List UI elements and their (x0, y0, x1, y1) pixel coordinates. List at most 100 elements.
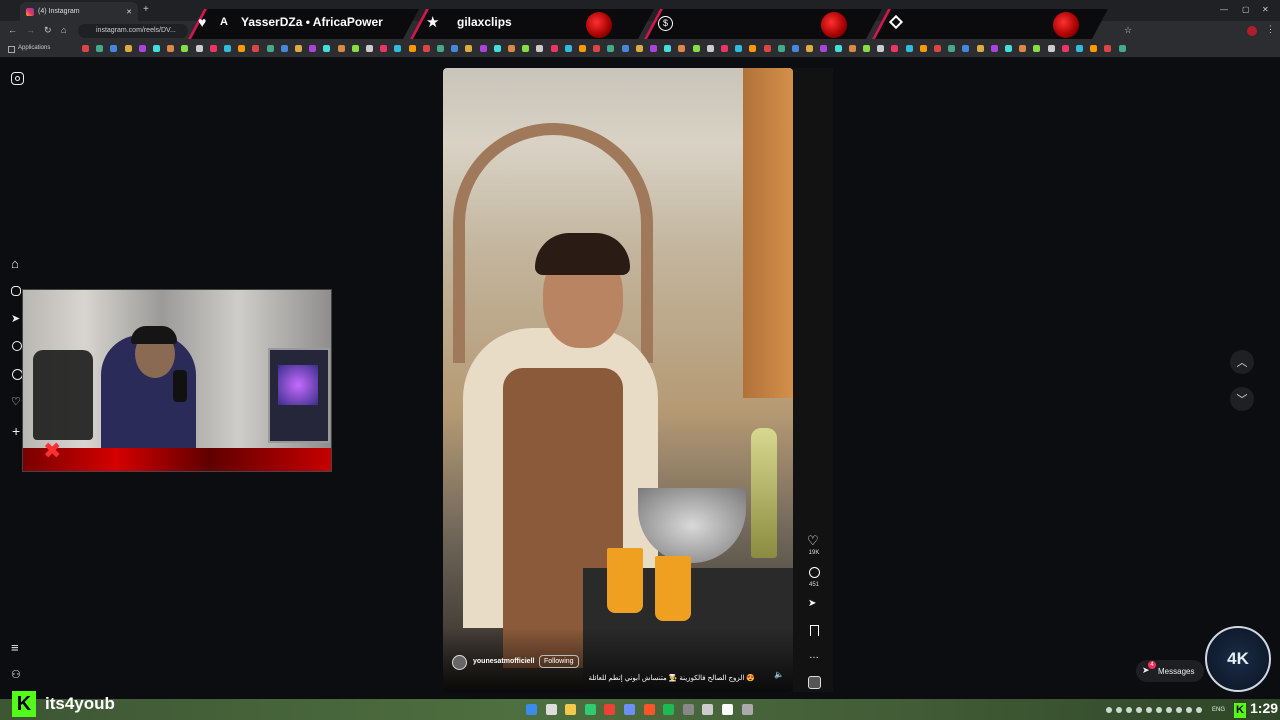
bookmark-favicon-icon[interactable] (664, 45, 672, 52)
bookmark-favicon-icon[interactable] (692, 45, 700, 52)
messages-nav-icon[interactable]: ➤ (11, 312, 20, 325)
bookmark-favicon-icon[interactable] (1005, 45, 1012, 52)
bookmark-favicon-icon[interactable] (394, 45, 402, 52)
taskbar-app-icon[interactable] (584, 704, 596, 715)
url-input[interactable]: instagram.com/reels/DV... (78, 24, 188, 38)
bookmark-favicon-icon[interactable] (990, 45, 998, 52)
apps-icon[interactable] (8, 46, 15, 53)
back-icon[interactable]: ← (8, 25, 17, 35)
instagram-logo-icon[interactable] (11, 72, 24, 85)
bookmark-favicon-icon[interactable] (1047, 45, 1055, 52)
bookmark-favicon-icon[interactable] (962, 45, 970, 52)
taskbar-app-icon[interactable] (702, 704, 714, 715)
bookmark-favicon-icon[interactable] (1076, 45, 1083, 52)
bookmark-star-icon[interactable]: ☆ (1124, 25, 1132, 36)
user-avatar[interactable] (452, 655, 467, 670)
bookmark-favicon-icon[interactable] (153, 45, 160, 52)
bookmark-favicon-icon[interactable] (863, 45, 870, 52)
tray-icon[interactable] (1146, 707, 1152, 713)
tray-icon[interactable] (1176, 707, 1182, 713)
bookmark-favicon-icon[interactable] (479, 45, 487, 52)
bookmark-favicon-icon[interactable] (209, 45, 217, 52)
create-nav-icon[interactable]: + (12, 423, 20, 439)
reels-nav-icon[interactable] (11, 286, 21, 296)
tab-instagram[interactable]: (4) Instagram ✕ (20, 2, 138, 21)
taskbar-app-icon[interactable] (722, 704, 733, 715)
bookmark-favicon-icon[interactable] (451, 45, 459, 52)
bookmark-favicon-icon[interactable] (607, 45, 615, 52)
bookmark-favicon-icon[interactable] (735, 45, 743, 52)
tray-icon[interactable] (1156, 707, 1162, 713)
reload-icon[interactable]: ↻ (44, 25, 52, 36)
bookmark-favicon-icon[interactable] (351, 45, 359, 52)
bookmark-favicon-icon[interactable] (238, 45, 246, 52)
bookmark-favicon-icon[interactable] (280, 45, 288, 52)
bookmark-favicon-icon[interactable] (834, 45, 842, 52)
bookmark-favicon-icon[interactable] (422, 45, 430, 52)
bookmark-favicon-icon[interactable] (820, 45, 828, 52)
bookmark-favicon-icon[interactable] (522, 45, 530, 52)
bookmark-favicon-icon[interactable] (792, 45, 799, 52)
bookmark-favicon-icon[interactable] (181, 45, 189, 52)
taskbar-app-icon[interactable] (741, 704, 753, 715)
more-options-icon[interactable]: … (809, 650, 819, 661)
bookmark-favicon-icon[interactable] (976, 45, 984, 52)
taskbar-app-icon[interactable] (624, 704, 635, 715)
bookmark-favicon-icon[interactable] (706, 45, 714, 52)
bookmark-favicon-icon[interactable] (721, 45, 728, 52)
home-nav-icon[interactable]: ⌂ (11, 256, 19, 271)
bookmark-favicon-icon[interactable] (621, 45, 629, 52)
taskbar-app-icon[interactable] (565, 704, 577, 715)
like-icon[interactable]: ♡ (807, 533, 819, 549)
reel-video[interactable]: younesatmofficiell Following الزوج الصال… (443, 68, 793, 692)
bookmark-favicon-icon[interactable] (380, 45, 388, 52)
bookmark-favicon-icon[interactable] (124, 45, 132, 52)
more-menu-icon[interactable]: ≡ (11, 640, 19, 655)
audio-thumbnail[interactable] (808, 676, 821, 689)
comment-icon[interactable] (809, 567, 820, 578)
bookmark-favicon-icon[interactable] (934, 45, 941, 52)
tray-icon[interactable] (1196, 707, 1202, 713)
save-icon[interactable] (810, 625, 819, 636)
bookmark-favicon-icon[interactable] (1019, 45, 1027, 52)
following-button[interactable]: Following (539, 655, 579, 668)
bookmark-favicon-icon[interactable] (749, 45, 757, 52)
bookmark-favicon-icon[interactable] (763, 45, 771, 52)
bookmark-favicon-icon[interactable] (593, 45, 601, 52)
bookmark-favicon-icon[interactable] (1033, 45, 1041, 52)
tab-close-icon[interactable]: ✕ (126, 8, 132, 16)
bookmark-favicon-icon[interactable] (550, 45, 558, 52)
bookmark-favicon-icon[interactable] (919, 45, 927, 52)
bookmark-favicon-icon[interactable] (224, 45, 231, 52)
bookmark-favicon-icon[interactable] (437, 45, 444, 52)
forward-icon[interactable]: → (26, 25, 35, 35)
bookmark-favicon-icon[interactable] (309, 45, 317, 52)
bookmark-favicon-icon[interactable] (252, 45, 260, 52)
bookmark-favicon-icon[interactable] (564, 45, 572, 52)
bookmark-favicon-icon[interactable] (877, 45, 885, 52)
bookmark-favicon-icon[interactable] (295, 45, 302, 52)
taskbar-app-icon[interactable] (604, 704, 616, 715)
previous-reel-button[interactable]: ︿ (1230, 350, 1254, 374)
bookmark-favicon-icon[interactable] (777, 45, 785, 52)
bookmark-favicon-icon[interactable] (138, 45, 146, 52)
bookmark-favicon-icon[interactable] (110, 45, 118, 52)
search-nav-icon[interactable] (12, 341, 22, 351)
bookmark-favicon-icon[interactable] (1118, 45, 1126, 52)
audio-icon[interactable]: 🔈 (774, 670, 784, 679)
tray-icon[interactable] (1126, 707, 1132, 713)
bookmark-favicon-icon[interactable] (891, 45, 899, 52)
notifications-nav-icon[interactable]: ♡ (11, 395, 21, 408)
bookmark-favicon-icon[interactable] (806, 45, 814, 52)
next-reel-button[interactable]: ﹀ (1230, 387, 1254, 411)
bookmark-favicon-icon[interactable] (678, 45, 686, 52)
share-icon[interactable]: ➤ (808, 598, 816, 609)
profile-avatar[interactable] (1247, 26, 1257, 36)
bookmark-favicon-icon[interactable] (366, 45, 373, 52)
taskbar-app-icon[interactable] (643, 704, 655, 715)
new-tab-button[interactable]: + (143, 4, 149, 15)
close-icon[interactable]: ✕ (1262, 5, 1269, 14)
tray-icon[interactable] (1136, 707, 1142, 713)
bookmark-favicon-icon[interactable] (465, 45, 473, 52)
tray-icon[interactable] (1166, 707, 1172, 713)
